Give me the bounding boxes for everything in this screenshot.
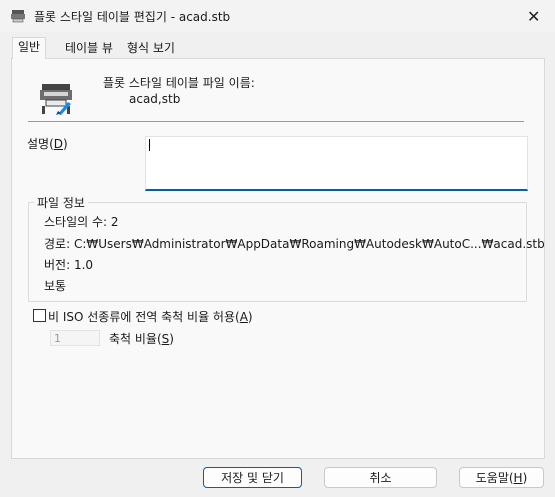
close-icon[interactable]: ✕ bbox=[527, 7, 540, 26]
style-count: 스타일의 수: 2 bbox=[44, 215, 119, 229]
global-scale-checkbox[interactable] bbox=[33, 309, 46, 322]
header-divider bbox=[28, 121, 524, 122]
scale-factor-input: 1 bbox=[50, 330, 100, 346]
window-title: 플롯 스타일 테이블 편집기 - acad.stb bbox=[34, 10, 231, 24]
description-input[interactable] bbox=[145, 136, 528, 191]
tab-general[interactable]: 일반 bbox=[12, 37, 47, 59]
file-info-extra: 보통 bbox=[44, 279, 67, 293]
plotter-icon bbox=[40, 84, 72, 115]
cancel-button[interactable]: 취소 bbox=[324, 467, 437, 488]
scale-factor-label: 축척 비율(S) bbox=[109, 332, 174, 346]
file-path: 경로: C:₩Users₩Administrator₩AppData₩Roami… bbox=[44, 237, 545, 251]
description-label: 설명(D) bbox=[27, 137, 68, 151]
global-scale-checkbox-label[interactable]: 비 ISO 선종류에 전역 축척 비율 허용(A) bbox=[48, 308, 253, 325]
filename-value: acad,stb bbox=[129, 92, 181, 106]
save-and-close-button[interactable]: 저장 및 닫기 bbox=[203, 467, 302, 488]
tab-table-view[interactable]: 테이블 뷰 bbox=[60, 39, 118, 59]
help-button[interactable]: 도움말(H) bbox=[459, 467, 544, 488]
text-caret bbox=[149, 139, 150, 151]
file-info-legend: 파일 정보 bbox=[34, 194, 88, 211]
tab-form-view[interactable]: 형식 보기 bbox=[122, 39, 180, 59]
filename-label: 플롯 스타일 테이블 파일 이름: bbox=[103, 76, 255, 90]
plot-style-app-icon bbox=[11, 10, 25, 23]
file-version: 버전: 1.0 bbox=[44, 258, 94, 272]
